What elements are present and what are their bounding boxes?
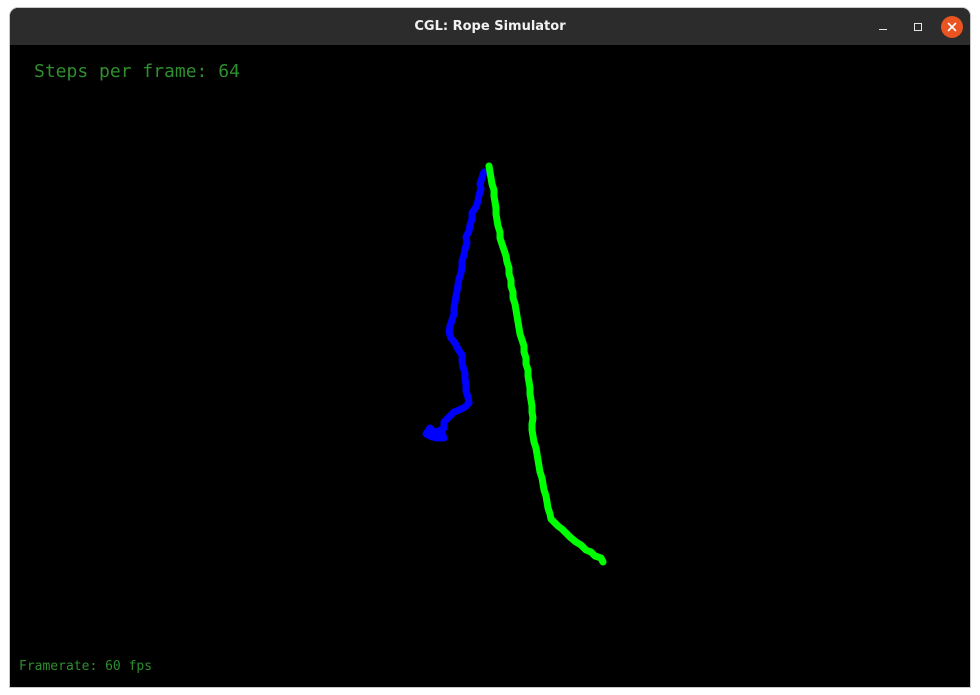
close-button[interactable] [941,16,963,38]
title-bar[interactable]: CGL: Rope Simulator [10,8,970,45]
maximize-icon [914,23,922,31]
blue-rope [422,168,488,442]
app-window: CGL: Rope Simulator Steps per frame: 64 … [10,8,970,687]
framerate-label: Framerate: 60 fps [19,659,153,674]
close-icon [947,22,957,32]
maximize-button[interactable] [907,16,929,38]
green-rope [485,162,607,566]
minimize-button[interactable] [872,16,894,38]
minimize-icon [879,29,887,30]
window-title: CGL: Rope Simulator [414,19,566,34]
rope-scene [422,162,607,566]
simulation-canvas[interactable]: Steps per frame: 64 Framerate: 60 fps [10,45,970,687]
